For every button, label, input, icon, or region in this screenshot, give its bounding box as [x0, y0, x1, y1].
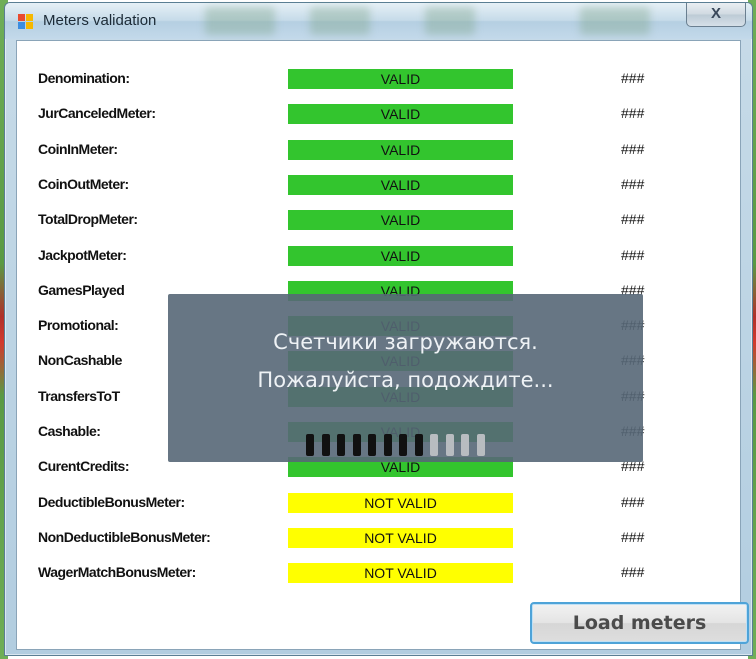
meter-value: ###: [621, 493, 645, 510]
meter-status-badge: VALID: [288, 174, 513, 195]
meter-label: NonDeductibleBonusMeter:: [38, 528, 211, 545]
meter-status-badge: VALID: [288, 69, 513, 89]
meter-status-badge: VALID: [288, 104, 513, 125]
title-bar-blur: [310, 7, 370, 35]
meter-label: JackpotMeter:: [38, 246, 127, 263]
meter-status-badge: VALID: [288, 210, 513, 231]
meter-value: ###: [621, 70, 645, 86]
meter-label: JurCanceledMeter:: [38, 105, 156, 122]
window-app-icon[interactable]: [18, 14, 34, 30]
progress-segment: [445, 434, 454, 456]
meter-value: ###: [621, 211, 645, 228]
window-title: Meters validation: [43, 12, 157, 29]
meter-label: Cashable:: [38, 423, 101, 439]
meter-row: CoinInMeter: VALID ###: [17, 137, 740, 163]
meter-row: CoinOutMeter: VALID ###: [17, 172, 740, 198]
progress-segment: [430, 434, 438, 456]
progress-segment: [476, 434, 485, 456]
meter-row: NonDeductibleBonusMeter: NOT VALID ###: [17, 525, 740, 551]
meters-validation-window: Meters validation X Denomination: VALID ##…: [4, 2, 753, 656]
title-bar-blur: [205, 7, 275, 35]
meter-row: WagerMatchBonusMeter: NOT VALID ###: [17, 560, 740, 586]
meter-label: TotalDropMeter:: [38, 211, 138, 228]
title-bar[interactable]: Meters validation X: [5, 3, 752, 39]
meter-status-badge: NOT VALID: [288, 492, 513, 513]
meter-label: TransfersToT: [38, 387, 120, 404]
meters-panel: Denomination: VALID ### JurCanceledMeter: VA…: [16, 40, 749, 650]
meter-label: GamesPlayed: [38, 281, 125, 298]
meter-row: JackpotMeter: VALID ###: [17, 243, 740, 269]
meter-status-badge: NOT VALID: [288, 527, 513, 548]
meter-value: ###: [621, 140, 645, 157]
loading-message-line1: Счетчики загружаются.: [273, 330, 538, 354]
progress-segment: [321, 434, 330, 456]
meter-label: DeductibleBonusMeter:: [38, 493, 185, 510]
progress-segment: [337, 434, 345, 456]
title-bar-blur: [425, 7, 475, 35]
meter-value: ###: [621, 528, 645, 545]
meter-label: Promotional:: [38, 317, 119, 334]
meter-label: NonCashable: [38, 352, 122, 369]
meter-status-badge: NOT VALID: [288, 563, 513, 584]
meter-value: ###: [621, 246, 645, 263]
meter-row: TotalDropMeter: VALID ###: [17, 207, 740, 233]
loading-message-line2: Пожалуйста, подождите...: [257, 368, 554, 392]
loading-overlay: Счетчики загружаются. Пожалуйста, подожд…: [168, 294, 643, 462]
meter-label: CurentCredits:: [38, 458, 130, 475]
meter-label: CoinOutMeter:: [38, 175, 129, 192]
meter-value: ###: [621, 175, 645, 192]
meter-label: CoinInMeter:: [38, 140, 118, 157]
progress-segment: [383, 434, 392, 456]
meter-value: ###: [621, 105, 645, 122]
load-meters-button[interactable]: Load meters: [530, 602, 749, 644]
progress-segment: [399, 434, 407, 456]
progress-segment: [368, 434, 376, 456]
title-bar-blur: [580, 7, 650, 35]
progress-segment: [306, 434, 314, 456]
close-icon: X: [710, 5, 721, 22]
progress-segment: [461, 434, 469, 456]
meter-status-badge: VALID: [288, 245, 513, 266]
meter-label: WagerMatchBonusMeter:: [38, 564, 196, 581]
meter-row: JurCanceledMeter: VALID ###: [17, 101, 740, 127]
progress-segment: [352, 434, 361, 456]
meter-value: ###: [621, 564, 645, 581]
close-button[interactable]: X: [686, 3, 746, 27]
meter-status-badge: VALID: [288, 139, 513, 160]
meter-row: DeductibleBonusMeter: NOT VALID ###: [17, 490, 740, 516]
meter-label: Denomination:: [38, 70, 130, 86]
meter-row: Denomination: VALID ###: [17, 66, 740, 92]
progress-segment: [414, 434, 423, 456]
